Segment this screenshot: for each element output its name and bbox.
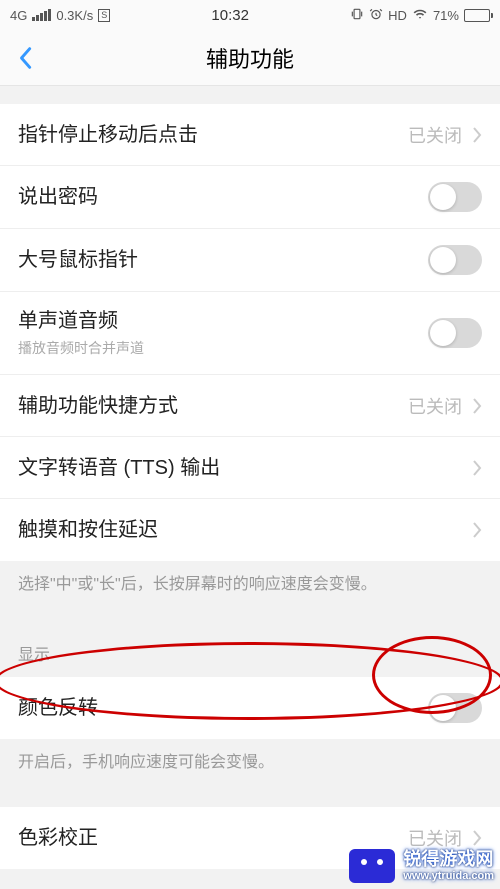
row-value: 已关闭 [408,122,462,148]
status-left: 4G 0.3K/s S [10,8,110,23]
row-a11y-shortcut[interactable]: 辅助功能快捷方式 已关闭 [0,375,500,437]
watermark-title: 锐得游戏网 [403,850,494,870]
settings-list: 指针停止移动后点击 已关闭 说出密码 大号鼠标指针 单声道音频 播放音频时合并声… [0,104,500,561]
vibrate-icon [350,7,364,24]
hd-icon: HD [388,8,407,23]
chevron-right-icon [472,126,482,144]
watermark: 锐得游戏网 www.ytruida.com [349,849,494,883]
toggle-mono-audio[interactable] [428,318,482,348]
status-time: 10:32 [211,7,249,24]
toggle-speak-passwords[interactable] [428,182,482,212]
nav-bar: 辅助功能 [0,30,500,86]
row-value: 已关闭 [408,393,462,419]
chevron-right-icon [472,829,482,847]
battery-icon [464,9,490,22]
battery-pct: 71% [433,8,459,23]
signal-icon [32,9,51,21]
row-label: 说出密码 [18,184,428,210]
display-section-header: 显示 [0,615,500,677]
alarm-icon [369,7,383,24]
row-speak-passwords[interactable]: 说出密码 [0,166,500,229]
status-right: HD 71% [350,7,490,24]
watermark-url: www.ytruida.com [403,870,494,882]
row-label: 指针停止移动后点击 [18,122,408,148]
row-label: 色彩校正 [18,825,408,851]
row-touch-hold-delay[interactable]: 触摸和按住延迟 [0,499,500,561]
display-list: 颜色反转 [0,677,500,739]
chevron-right-icon [472,521,482,539]
toggle-color-invert[interactable] [428,693,482,723]
sim-card-icon: S [98,9,110,22]
page-title: 辅助功能 [0,42,500,74]
row-label: 颜色反转 [18,695,428,721]
row-label: 触摸和按住延迟 [18,517,472,543]
row-label: 辅助功能快捷方式 [18,393,408,419]
watermark-logo-icon [349,849,395,883]
network-type: 4G [10,8,27,23]
chevron-right-icon [472,397,482,415]
invert-note: 开启后，手机响应速度可能会变慢。 [0,739,500,793]
row-subtitle: 播放音频时合并声道 [18,338,428,358]
row-tts-output[interactable]: 文字转语音 (TTS) 输出 [0,437,500,499]
row-value: 已关闭 [408,825,462,851]
data-speed: 0.3K/s [56,8,93,23]
toggle-large-cursor[interactable] [428,245,482,275]
wifi-icon [412,7,428,24]
touch-hold-note: 选择"中"或"长"后，长按屏幕时的响应速度会变慢。 [0,561,500,615]
row-pointer-click[interactable]: 指针停止移动后点击 已关闭 [0,104,500,166]
status-bar: 4G 0.3K/s S 10:32 HD 71% [0,0,500,30]
row-color-invert[interactable]: 颜色反转 [0,677,500,739]
row-label: 单声道音频 [18,308,428,334]
row-mono-audio[interactable]: 单声道音频 播放音频时合并声道 [0,292,500,375]
row-label: 文字转语音 (TTS) 输出 [18,455,472,481]
row-label: 大号鼠标指针 [18,247,428,273]
chevron-right-icon [472,459,482,477]
row-large-cursor[interactable]: 大号鼠标指针 [0,229,500,292]
